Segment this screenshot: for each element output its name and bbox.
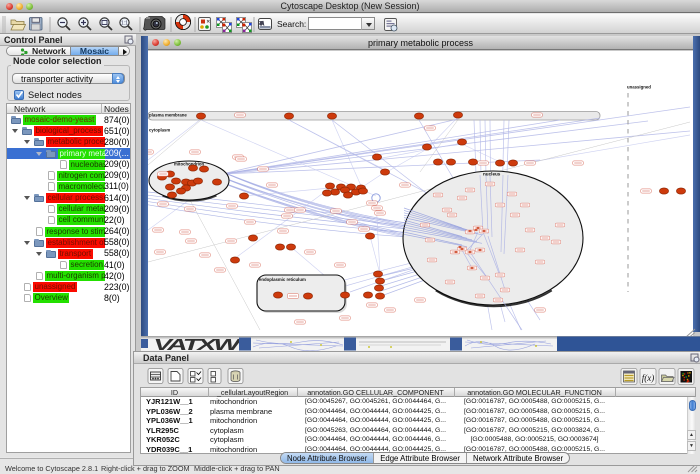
svg-text:plasma membrane: plasma membrane [149,113,187,118]
svg-text:endoplasmic reticulum: endoplasmic reticulum [259,277,306,282]
svg-text:unassigned: unassigned [627,85,651,90]
svg-text:VATXW: VATXW [151,336,243,351]
svg-text:f(x): f(x) [642,373,655,383]
svg-text:cytoplasm: cytoplasm [149,128,170,133]
svg-text:nucleus: nucleus [483,172,501,177]
